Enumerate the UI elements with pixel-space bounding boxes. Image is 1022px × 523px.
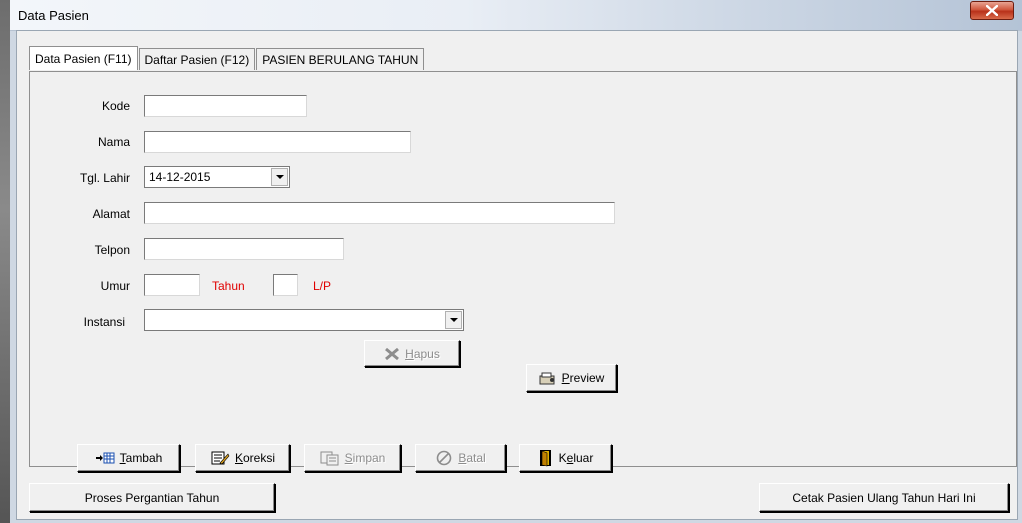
- instansi-dropdown-button[interactable]: [445, 311, 462, 329]
- chevron-down-icon: [276, 175, 284, 179]
- label-nama: Nama: [97, 135, 130, 149]
- proses-pergantian-tahun-button[interactable]: Proses Pergantian Tahun: [29, 483, 275, 512]
- label-instansi: Instansi: [83, 315, 125, 329]
- nama-input[interactable]: [144, 131, 411, 153]
- tambah-label: ambah: [125, 451, 163, 465]
- edit-record-icon: [210, 450, 230, 466]
- koreksi-mnemonic: K: [234, 451, 243, 465]
- cancel-icon: [435, 450, 453, 466]
- client-area: Data Pasien (F11) Daftar Pasien (F12) PA…: [16, 30, 1018, 520]
- label-kode: Kode: [101, 99, 130, 113]
- tambah-button[interactable]: Tambah: [77, 444, 180, 472]
- data-pasien-window: Data Pasien Data Pasien (F11) Daftar Pas…: [10, 0, 1022, 523]
- batal-button[interactable]: Batal: [415, 444, 506, 472]
- tgl-lahir-datepicker[interactable]: 14-12-2015: [144, 166, 290, 188]
- alamat-input[interactable]: [144, 202, 615, 224]
- telpon-input[interactable]: [144, 238, 344, 260]
- close-button[interactable]: [970, 1, 1014, 20]
- preview-button[interactable]: Preview: [526, 364, 617, 392]
- jenis-kelamin-input[interactable]: [273, 274, 298, 296]
- simpan-mnemonic: S: [344, 451, 353, 465]
- koreksi-label: oreksi: [243, 451, 276, 465]
- add-record-icon: [95, 452, 115, 464]
- save-icon: [320, 450, 340, 466]
- label-umur: Umur: [100, 279, 130, 293]
- instansi-select[interactable]: [144, 309, 464, 331]
- window-title: Data Pasien: [18, 8, 89, 23]
- title-bar[interactable]: Data Pasien: [10, 0, 1022, 31]
- preview-icon: [539, 371, 557, 385]
- umur-input[interactable]: [144, 274, 200, 296]
- batal-label: atal: [466, 451, 486, 465]
- keluar-button[interactable]: Keluar: [519, 444, 612, 472]
- tab-strip: Data Pasien (F11) Daftar Pasien (F12) PA…: [29, 46, 425, 71]
- tgl-lahir-value: 14-12-2015: [149, 170, 211, 184]
- label-tahun: Tahun: [212, 279, 245, 293]
- tab-data-pasien[interactable]: Data Pasien (F11): [29, 46, 138, 70]
- label-tgl-lahir: Tgl. Lahir: [79, 171, 130, 185]
- background-window-edge: [0, 0, 10, 523]
- preview-label: review: [569, 371, 605, 385]
- keluar-prefix: K: [558, 451, 567, 465]
- tab-panel-data-pasien: Kode Nama Tgl. Lahir 14-12-2015 Alamat T…: [29, 71, 1017, 472]
- exit-door-icon: [538, 449, 554, 467]
- tgl-lahir-dropdown-button[interactable]: [271, 168, 288, 186]
- keluar-label: luar: [573, 451, 594, 465]
- hapus-label: apus: [413, 346, 440, 361]
- kode-input[interactable]: [144, 95, 307, 117]
- label-alamat: Alamat: [92, 207, 130, 221]
- hapus-button[interactable]: Hapus: [364, 340, 460, 367]
- preview-mnemonic: P: [561, 371, 570, 385]
- close-icon: [986, 5, 998, 16]
- tab-pasien-berulang-tahun[interactable]: PASIEN BERULANG TAHUN: [256, 48, 425, 70]
- chevron-down-icon: [450, 318, 458, 322]
- simpan-label: impan: [352, 451, 386, 465]
- bottom-bar: Proses Pergantian Tahun Cetak Pasien Ula…: [17, 479, 1017, 519]
- label-telpon: Telpon: [94, 243, 130, 257]
- cetak-pasien-ulang-tahun-button[interactable]: Cetak Pasien Ulang Tahun Hari Ini: [759, 483, 1009, 512]
- label-lp: L/P: [313, 279, 332, 293]
- delete-x-icon: [384, 347, 400, 360]
- koreksi-button[interactable]: Koreksi: [195, 444, 290, 472]
- hapus-mnemonic: H: [405, 346, 414, 361]
- tab-daftar-pasien[interactable]: Daftar Pasien (F12): [138, 48, 256, 70]
- simpan-button[interactable]: Simpan: [304, 444, 401, 472]
